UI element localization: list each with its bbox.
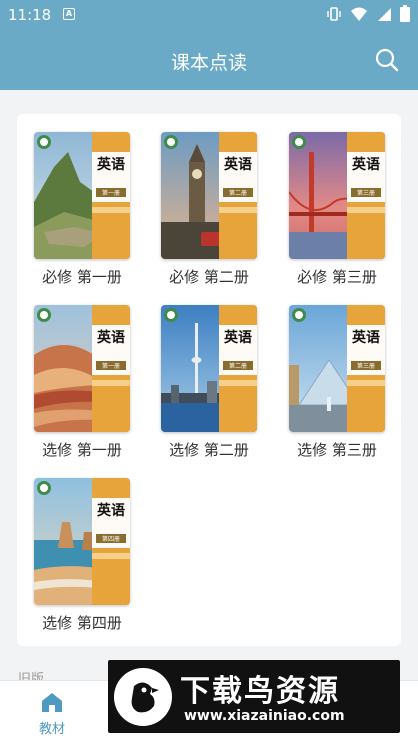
status-time: 11:18 [8,6,52,24]
status-icons [326,5,410,22]
battery-icon [400,5,410,22]
book-volume-badge: 第一册 [96,188,126,197]
book-cover-title: 英语 [352,330,380,346]
ad-url: www.xiazainiao.com [184,708,345,724]
book-label[interactable]: 必修 第三册 [269,266,405,287]
bird-logo [114,668,172,726]
book-volume-badge: 第一册 [96,361,126,370]
book-cover-title: 英语 [97,503,125,519]
search-button[interactable] [374,47,400,73]
book-cover[interactable]: 英语 第一册 [34,305,130,432]
book-label[interactable]: 选修 第四册 [14,612,150,633]
book-cover[interactable]: 英语 第二册 [161,132,257,259]
textbook-grid-card: 英语 第一册 必修 第一册 英语 第二册 必修 第二册 英语 第三册 必修 第三… [17,114,401,646]
notification-app-icon: A [63,8,75,20]
vibrate-icon [327,6,341,21]
book-label[interactable]: 选修 第三册 [269,439,405,460]
app-bar: 课本点读 [0,30,418,90]
book-label[interactable]: 必修 第一册 [14,266,150,287]
book-label[interactable]: 选修 第二册 [141,439,277,460]
book-volume-badge: 第三册 [351,188,381,197]
book-label[interactable]: 必修 第二册 [141,266,277,287]
book-cover[interactable]: 英语 第三册 [289,132,385,259]
book-volume-badge: 第四册 [96,534,126,543]
wifi-icon [351,7,367,21]
book-cover-title: 英语 [352,157,380,173]
nav-item-textbooks[interactable]: 教材 [17,681,87,743]
book-volume-badge: 第二册 [223,361,253,370]
search-icon [375,48,399,72]
book-volume-badge: 第三册 [351,361,381,370]
signal-icon [378,7,391,21]
page-title: 课本点读 [170,52,247,74]
book-cover[interactable]: 英语 第二册 [161,305,257,432]
status-bar: 11:18 A [0,0,418,30]
book-cover[interactable]: 英语 第三册 [289,305,385,432]
book-cover-title: 英语 [97,330,125,346]
book-volume-badge: 第二册 [223,188,253,197]
book-cover-title: 英语 [224,157,252,173]
book-label[interactable]: 选修 第一册 [14,439,150,460]
home-icon [42,693,62,712]
ad-title: 下载鸟资源 [180,674,340,709]
book-cover[interactable]: 英语 第一册 [34,132,130,259]
book-cover[interactable]: 英语 第四册 [34,478,130,605]
book-cover-title: 英语 [97,157,125,173]
nav-label: 教材 [38,722,65,737]
book-cover-title: 英语 [224,330,252,346]
ad-banner[interactable]: 下载鸟资源 www.xiazainiao.com [108,660,400,733]
